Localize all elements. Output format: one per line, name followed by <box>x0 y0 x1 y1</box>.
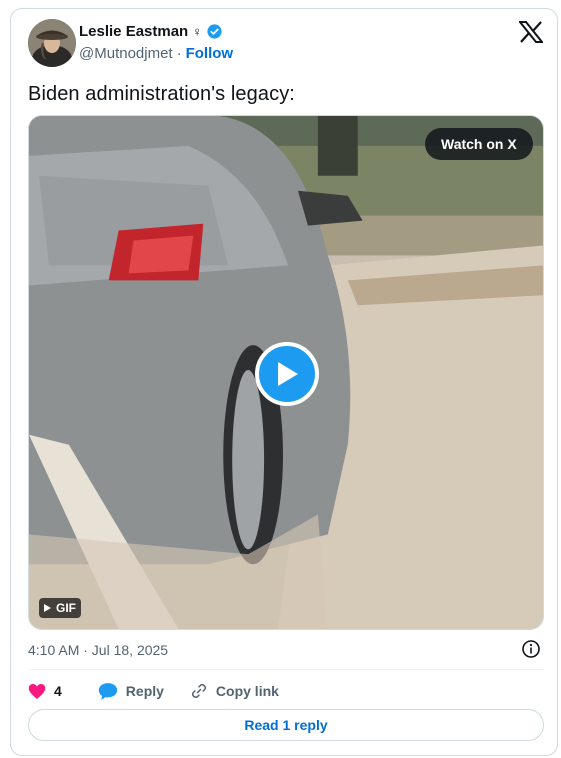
play-button[interactable] <box>255 342 319 406</box>
copy-link-label: Copy link <box>215 683 279 699</box>
reply-button[interactable]: Reply <box>98 682 164 701</box>
gif-label: GIF <box>56 601 76 615</box>
video-media[interactable]: Watch on X GIF <box>28 115 544 630</box>
reply-label: Reply <box>125 683 164 699</box>
tweet-text: Biden administration's legacy: <box>28 83 295 105</box>
like-count: 4 <box>54 683 62 699</box>
read-replies-button[interactable]: Read 1 reply <box>28 709 544 741</box>
separator-dot: · <box>176 45 182 62</box>
author-name-row: Leslie Eastman ♀ <box>79 23 223 40</box>
play-icon <box>278 362 298 386</box>
watch-on-x-button[interactable]: Watch on X <box>425 128 533 160</box>
link-icon <box>191 684 206 698</box>
divider <box>28 669 544 670</box>
info-icon[interactable] <box>521 639 541 659</box>
follow-link[interactable]: Follow <box>186 45 234 62</box>
avatar[interactable] <box>28 19 76 67</box>
female-symbol: ♀ <box>192 24 202 39</box>
copy-link-button[interactable]: Copy link <box>190 682 279 700</box>
tweet-card: Leslie Eastman ♀ @Mutnodjmet · Follow Bi… <box>10 8 558 756</box>
like-button[interactable]: 4 <box>28 683 62 700</box>
action-bar: 4 Reply Copy link <box>28 679 279 703</box>
tweet-timestamp[interactable]: 4:10 AM · Jul 18, 2025 <box>28 642 168 658</box>
x-logo-icon[interactable] <box>519 21 543 43</box>
author-display-name[interactable]: Leslie Eastman <box>79 23 188 40</box>
gif-play-icon <box>44 604 51 612</box>
heart-icon <box>28 683 46 699</box>
verified-badge-icon <box>207 24 222 39</box>
gif-badge: GIF <box>39 598 81 618</box>
author-handle[interactable]: @Mutnodjmet <box>79 45 173 62</box>
reply-icon <box>98 682 117 700</box>
author-handle-row: @Mutnodjmet · Follow <box>79 45 233 62</box>
